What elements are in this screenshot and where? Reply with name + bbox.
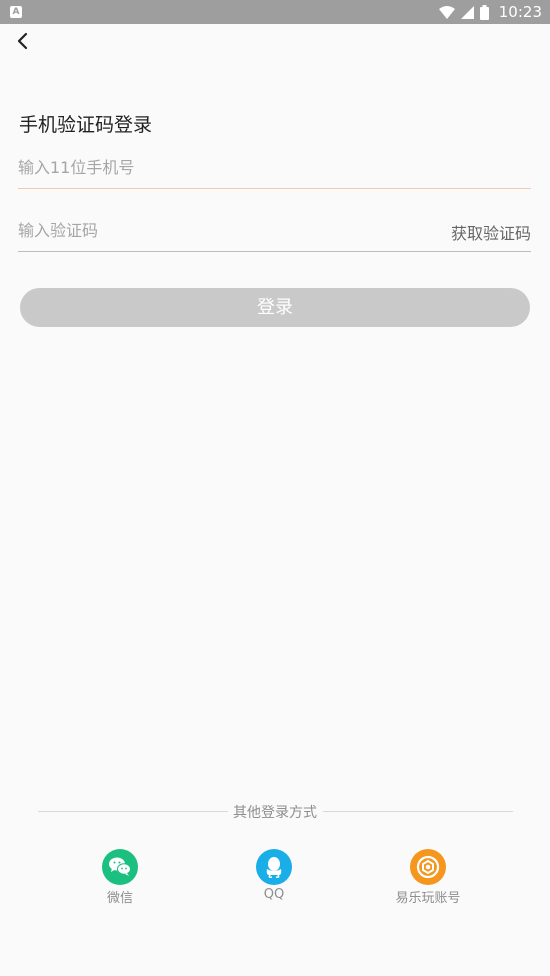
app-notification-icon: A bbox=[10, 6, 22, 18]
back-button[interactable] bbox=[14, 28, 38, 56]
qq-label: QQ bbox=[263, 887, 285, 902]
code-input[interactable] bbox=[18, 211, 418, 249]
page-title: 手机验证码登录 bbox=[19, 114, 153, 136]
login-button[interactable]: 登录 bbox=[20, 288, 530, 327]
code-field: 获取验证码 bbox=[18, 211, 531, 252]
wifi-icon bbox=[438, 5, 455, 19]
signal-icon bbox=[460, 5, 474, 19]
get-code-button[interactable]: 获取验证码 bbox=[451, 220, 531, 244]
status-bar: A 10:23 bbox=[0, 0, 550, 24]
yilewan-icon bbox=[410, 849, 446, 885]
qq-login-button[interactable]: QQ bbox=[224, 849, 324, 902]
wechat-login-button[interactable]: 微信 bbox=[70, 849, 170, 906]
wechat-icon bbox=[102, 849, 138, 885]
yilewan-label: 易乐玩账号 bbox=[395, 891, 461, 906]
phone-input[interactable] bbox=[18, 148, 531, 186]
qq-icon bbox=[256, 849, 292, 885]
status-time: 10:23 bbox=[498, 3, 542, 21]
other-login-heading: 其他登录方式 bbox=[233, 805, 317, 821]
battery-icon bbox=[479, 4, 489, 20]
wechat-label: 微信 bbox=[106, 891, 133, 906]
yilewan-login-button[interactable]: 易乐玩账号 bbox=[378, 849, 478, 906]
phone-field bbox=[18, 148, 531, 189]
back-arrow-icon bbox=[17, 32, 28, 50]
